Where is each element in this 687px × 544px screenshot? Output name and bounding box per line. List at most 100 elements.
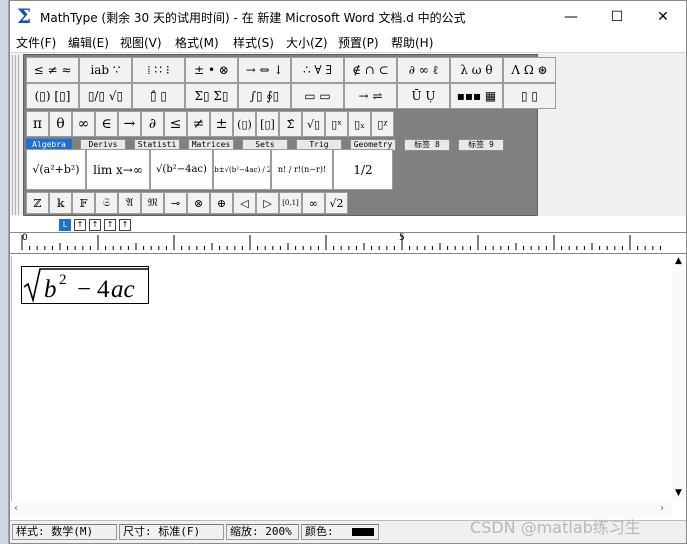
fences-palette-button[interactable]: (▯) [▯]	[26, 83, 79, 109]
circled-plus-button[interactable]: ⊕	[210, 192, 233, 214]
left-triangle-button[interactable]: ◁	[233, 192, 256, 214]
partial-button[interactable]: ∂	[141, 111, 164, 137]
spaces-palette-button[interactable]: ⅰab ∵	[79, 57, 132, 83]
menu-style[interactable]: 样式(S)	[233, 34, 274, 51]
blackboard-k-button[interactable]: 𝕜	[49, 192, 72, 214]
boxes-palette-button[interactable]: ▯ ▯	[503, 83, 556, 109]
template-quadratic-formula[interactable]: −b±√(b²−4ac) / 2a	[213, 149, 271, 190]
template-discriminant-root[interactable]: √(b²−4ac)	[150, 149, 213, 190]
template-row: √(a²+b²) lim x→∞ √(b²−4ac) −b±√(b²−4ac) …	[26, 149, 393, 190]
embellishments-palette-button[interactable]: ⁞ ∷ ⁝	[132, 57, 185, 83]
scroll-up-arrow-icon[interactable]: ▲	[675, 256, 682, 266]
not-equal-button[interactable]: ≠	[187, 111, 210, 137]
integrals-palette-button[interactable]: ∫▯ ∮▯	[238, 83, 291, 109]
set-theory-palette-button[interactable]: ∉ ∩ ⊂	[344, 57, 397, 83]
menu-edit[interactable]: 编辑(E)	[68, 34, 109, 51]
right-triangle-button[interactable]: ▷	[256, 192, 279, 214]
tab-label-8[interactable]: 标签 8	[404, 139, 450, 151]
title-bar[interactable]: Σ MathType (剩余 30 天的试用时间) - 在 新建 Microso…	[10, 1, 686, 32]
greek-lowercase-palette-button[interactable]: λ ω θ	[450, 57, 503, 83]
square-root-button[interactable]: √▯	[302, 111, 325, 137]
fraktur-a-button[interactable]: 𝔄	[118, 192, 141, 214]
pi-button[interactable]: π	[26, 111, 49, 137]
misc-symbols-palette-button[interactable]: ∂ ∞ ℓ	[397, 57, 450, 83]
circled-times-button[interactable]: ⊗	[187, 192, 210, 214]
less-equal-button[interactable]: ≤	[164, 111, 187, 137]
toolbar-area: ≤ ≠ ≈ ⅰab ∵ ⁞ ∷ ⁝ ± • ⊗ → ⇔ ↓ ∴ ∀ ∃ ∉ ∩ …	[10, 52, 686, 216]
element-of-button[interactable]: ∈	[95, 111, 118, 137]
relations-palette-button[interactable]: ≤ ≠ ≈	[26, 57, 79, 83]
sqrt-two-button[interactable]: √2	[325, 192, 348, 214]
template-sqrt-sum-squares[interactable]: √(a²+b²)	[26, 149, 86, 190]
size-full-button[interactable]: L	[59, 219, 71, 231]
blackboard-f-button[interactable]: 𝔽	[72, 192, 95, 214]
arrows-palette-button[interactable]: → ⇔ ↓	[238, 57, 291, 83]
plus-minus-button[interactable]: ±	[210, 111, 233, 137]
superscript-button[interactable]: ▯ˣ	[325, 111, 348, 137]
infinity-letter-button[interactable]: ∞	[302, 192, 325, 214]
size-subsymbol-button[interactable]: ↑	[119, 219, 131, 231]
scripts-palette-button[interactable]: ▯̂ ▯	[132, 83, 185, 109]
size-selector-strip: L ↑ ↑ ↑ ↑	[10, 216, 686, 232]
color-swatch	[351, 528, 374, 536]
infinity-button[interactable]: ∞	[72, 111, 95, 137]
minimize-button[interactable]: —	[548, 1, 594, 32]
fractions-radicals-palette-button[interactable]: ▯/▯ √▯	[79, 83, 132, 109]
menu-size[interactable]: 大小(Z)	[286, 34, 328, 51]
blackboard-z-button[interactable]: ℤ	[26, 192, 49, 214]
theta-button[interactable]: θ	[49, 111, 72, 137]
brackets-button[interactable]: [▯]	[256, 111, 279, 137]
close-button[interactable]: ✕	[640, 1, 686, 32]
toolbar-grip[interactable]	[12, 55, 19, 215]
scroll-down-arrow-icon[interactable]: ▼	[675, 488, 682, 498]
quick-symbol-row: π θ ∞ ∈ → ∂ ≤ ≠ ± (▯) [▯] Σ̂ √▯ ▯ˣ ▯ₓ ▯ᵡ	[26, 111, 394, 137]
logic-palette-button[interactable]: ∴ ∀ ∃	[291, 57, 344, 83]
size-sub-button[interactable]: ↑	[74, 219, 86, 231]
equation-minus: −	[77, 276, 91, 303]
status-zoom: 缩放: 200%	[226, 524, 299, 540]
right-arrow-button[interactable]: →	[118, 111, 141, 137]
matrices-palette-button[interactable]: ▪▪▪ ▦	[450, 83, 503, 109]
sub-superscript-button[interactable]: ▯ᵡ	[371, 111, 394, 137]
fraktur-m-button[interactable]: 𝔐	[141, 192, 164, 214]
equation-ac: ac	[111, 276, 135, 303]
letter-row: ℤ 𝕜 𝔽 𝔖 𝔄 𝔐 ⊸ ⊗ ⊕ ◁ ▷ [0,1] ∞ √2	[26, 192, 348, 214]
window-title: MathType (剩余 30 天的试用时间) - 在 新建 Microsoft…	[40, 11, 466, 25]
fraktur-s-button[interactable]: 𝔖	[95, 192, 118, 214]
subscript-button[interactable]: ▯ₓ	[348, 111, 371, 137]
parentheses-button[interactable]: (▯)	[233, 111, 256, 137]
bars-palette-button[interactable]: ▭ ▭	[291, 83, 344, 109]
equation-render: b 2 − 4 ac	[23, 268, 148, 304]
symbol-palette-row-1: ≤ ≠ ≈ ⅰab ∵ ⁞ ∷ ⁝ ± • ⊗ → ⇔ ↓ ∴ ∀ ∃ ∉ ∩ …	[26, 57, 556, 83]
equation-editor[interactable]: b 2 − 4 ac	[11, 256, 672, 501]
status-color-label: 颜色:	[305, 525, 334, 538]
menu-bar: 文件(F) 编辑(E) 视图(V) 格式(M) 样式(S) 大小(Z) 预置(P…	[10, 32, 686, 52]
sum-button[interactable]: Σ̂	[279, 111, 302, 137]
template-binomial-coefficient[interactable]: n! / r!(n−r)!	[271, 149, 333, 190]
vertical-scrollbar[interactable]: ▲ ▼	[672, 256, 686, 501]
summation-palette-button[interactable]: Σ▯ Σ▯	[185, 83, 238, 109]
menu-view[interactable]: 视图(V)	[120, 34, 162, 51]
size-symbol-button[interactable]: ↑	[104, 219, 116, 231]
ruler-mark-0: 0	[22, 233, 28, 243]
labeled-arrows-palette-button[interactable]: → ⇌	[344, 83, 397, 109]
operators-palette-button[interactable]: ± • ⊗	[185, 57, 238, 83]
tab-label-9[interactable]: 标签 9	[458, 139, 504, 151]
menu-help[interactable]: 帮助(H)	[391, 34, 433, 51]
ruler[interactable]: 0 5	[10, 232, 686, 254]
menu-format[interactable]: 格式(M)	[175, 34, 219, 51]
equation-box[interactable]: b 2 − 4 ac	[21, 266, 149, 304]
scroll-right-arrow-icon[interactable]: ›	[660, 503, 664, 514]
template-one-half[interactable]: 1/2	[333, 149, 393, 190]
size-subsub-button[interactable]: ↑	[89, 219, 101, 231]
greek-uppercase-palette-button[interactable]: Λ Ω ⊛	[503, 57, 556, 83]
template-limit[interactable]: lim x→∞	[86, 149, 150, 190]
menu-preferences[interactable]: 预置(P)	[338, 34, 379, 51]
scroll-left-arrow-icon[interactable]: ‹	[14, 503, 18, 514]
menu-file[interactable]: 文件(F)	[16, 34, 56, 51]
ruler-ticks	[21, 235, 661, 250]
interval-button[interactable]: [0,1]	[279, 192, 302, 214]
multimap-button[interactable]: ⊸	[164, 192, 187, 214]
maximize-button[interactable]: ☐	[594, 1, 640, 32]
products-palette-button[interactable]: Ū Ụ	[397, 83, 450, 109]
